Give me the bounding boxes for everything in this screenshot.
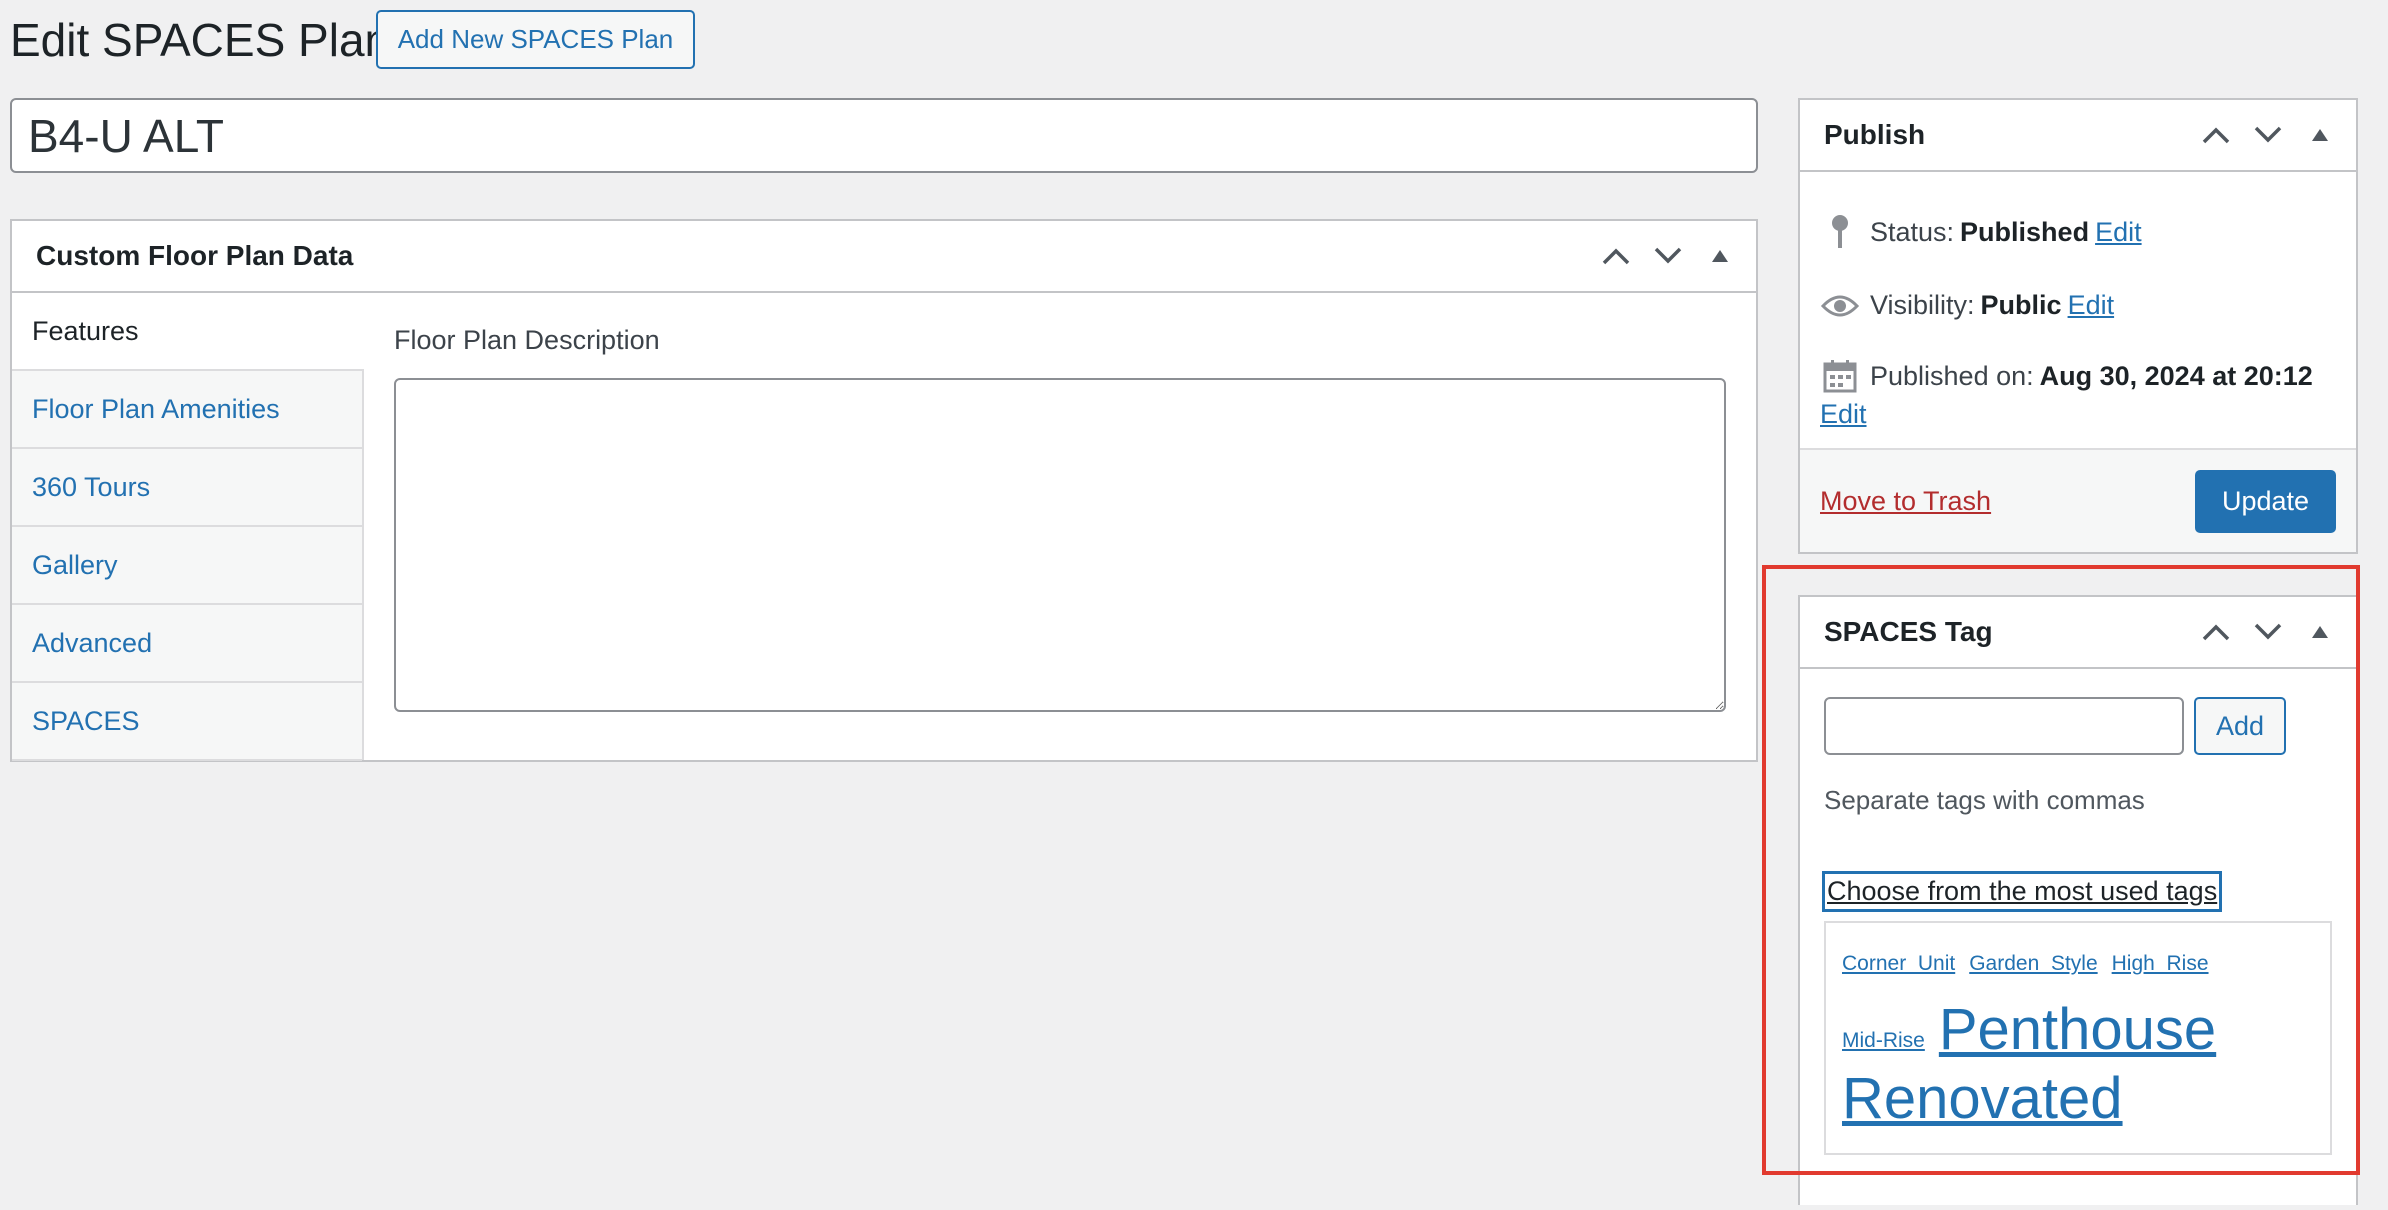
new-tag-input[interactable] (1824, 697, 2184, 755)
spaces-tag-box: SPACES Tag Add Separate tags with commas… (1798, 595, 2358, 1205)
tag-renovated[interactable]: Renovated (1842, 1070, 2123, 1128)
chevron-down-icon[interactable] (2244, 111, 2292, 159)
tag-hint: Separate tags with commas (1824, 785, 2145, 815)
chevron-down-icon[interactable] (1644, 232, 1692, 280)
page-title: Edit SPACES Plan (10, 14, 391, 66)
tag-penthouse[interactable]: Penthouse (1939, 1001, 2216, 1059)
move-to-trash-link[interactable]: Move to Trash (1820, 486, 1991, 517)
tag-mid-rise[interactable]: Mid-Rise (1842, 1030, 1925, 1051)
pin-icon (1820, 214, 1860, 250)
floor-plan-description-textarea[interactable] (394, 378, 1726, 712)
tag-box-header: SPACES Tag (1800, 597, 2356, 669)
tab-gallery[interactable]: Gallery (12, 527, 362, 605)
tab-advanced[interactable]: Advanced (12, 605, 362, 683)
published-on-row: Published on: Aug 30, 2024 at 20:12 (1800, 359, 2356, 393)
status-row: Status: Published Edit (1800, 214, 2356, 250)
tag-box-title: SPACES Tag (1824, 616, 1993, 647)
triangle-up-icon[interactable] (2296, 111, 2344, 159)
edit-status-link[interactable]: Edit (2095, 217, 2142, 248)
visibility-row: Visibility: Public Edit (1800, 290, 2356, 321)
triangle-up-icon[interactable] (2296, 608, 2344, 656)
calendar-icon (1820, 359, 1860, 393)
visibility-label: Visibility: (1870, 290, 1975, 320)
triangle-up-icon[interactable] (1696, 232, 1744, 280)
status-label: Status: (1870, 216, 1955, 247)
floor-plan-tab-content: Floor Plan Description (394, 293, 1726, 760)
publish-box-handles (2192, 111, 2344, 159)
visibility-value: Public (1980, 290, 2062, 320)
tab-spaces[interactable]: SPACES (12, 683, 362, 761)
edit-visibility-link[interactable]: Edit (2068, 290, 2115, 321)
tag-corner-unit[interactable]: Corner_Unit (1842, 953, 1955, 974)
floor-plan-data-box: Custom Floor Plan Data Features Floor Pl… (10, 219, 1758, 762)
tag-cloud: Corner_Unit Garden_Style High_Rise Mid-R… (1824, 921, 2332, 1155)
choose-most-used-tags: Choose from the most used tags (1822, 871, 2223, 912)
published-on-edit-row: Edit (1800, 399, 2356, 430)
publish-box-title: Publish (1824, 119, 1926, 150)
status-value: Published (1960, 216, 2090, 247)
add-new-plan-button[interactable]: Add New SPACES Plan (376, 10, 695, 69)
add-tag-button[interactable]: Add (2194, 697, 2286, 755)
published-on-value: Aug 30, 2024 at 20:12 (2039, 360, 2313, 391)
post-title-input[interactable] (10, 98, 1758, 173)
chevron-up-icon[interactable] (2192, 111, 2240, 159)
chevron-down-icon[interactable] (2244, 608, 2292, 656)
tab-floor-plan-amenities[interactable]: Floor Plan Amenities (12, 371, 362, 449)
floor-plan-box-handles (1592, 232, 1744, 280)
floor-plan-tabs: Features Floor Plan Amenities 360 Tours … (12, 293, 364, 761)
tab-360-tours[interactable]: 360 Tours (12, 449, 362, 527)
tag-box-handles (2192, 608, 2344, 656)
eye-icon (1820, 293, 1860, 319)
edit-published-on-link[interactable]: Edit (1820, 399, 1867, 430)
floor-plan-box-title: Custom Floor Plan Data (36, 240, 354, 271)
publish-box-header: Publish (1800, 100, 2356, 172)
tag-high-rise[interactable]: High_Rise (2112, 953, 2209, 974)
update-button[interactable]: Update (2195, 469, 2336, 533)
floor-plan-description-label: Floor Plan Description (394, 325, 660, 355)
published-on-label: Published on: (1870, 360, 2034, 391)
chevron-up-icon[interactable] (1592, 232, 1640, 280)
floor-plan-box-header: Custom Floor Plan Data (12, 221, 1756, 293)
chevron-up-icon[interactable] (2192, 608, 2240, 656)
choose-most-used-tags-link[interactable]: Choose from the most used tags (1827, 876, 2217, 906)
publish-actions: Move to Trash Update (1800, 448, 2356, 552)
tab-features[interactable]: Features (12, 293, 364, 371)
publish-box: Publish Status: Published Edit Visibilit… (1798, 98, 2358, 554)
tag-garden-style[interactable]: Garden_Style (1969, 953, 2097, 974)
